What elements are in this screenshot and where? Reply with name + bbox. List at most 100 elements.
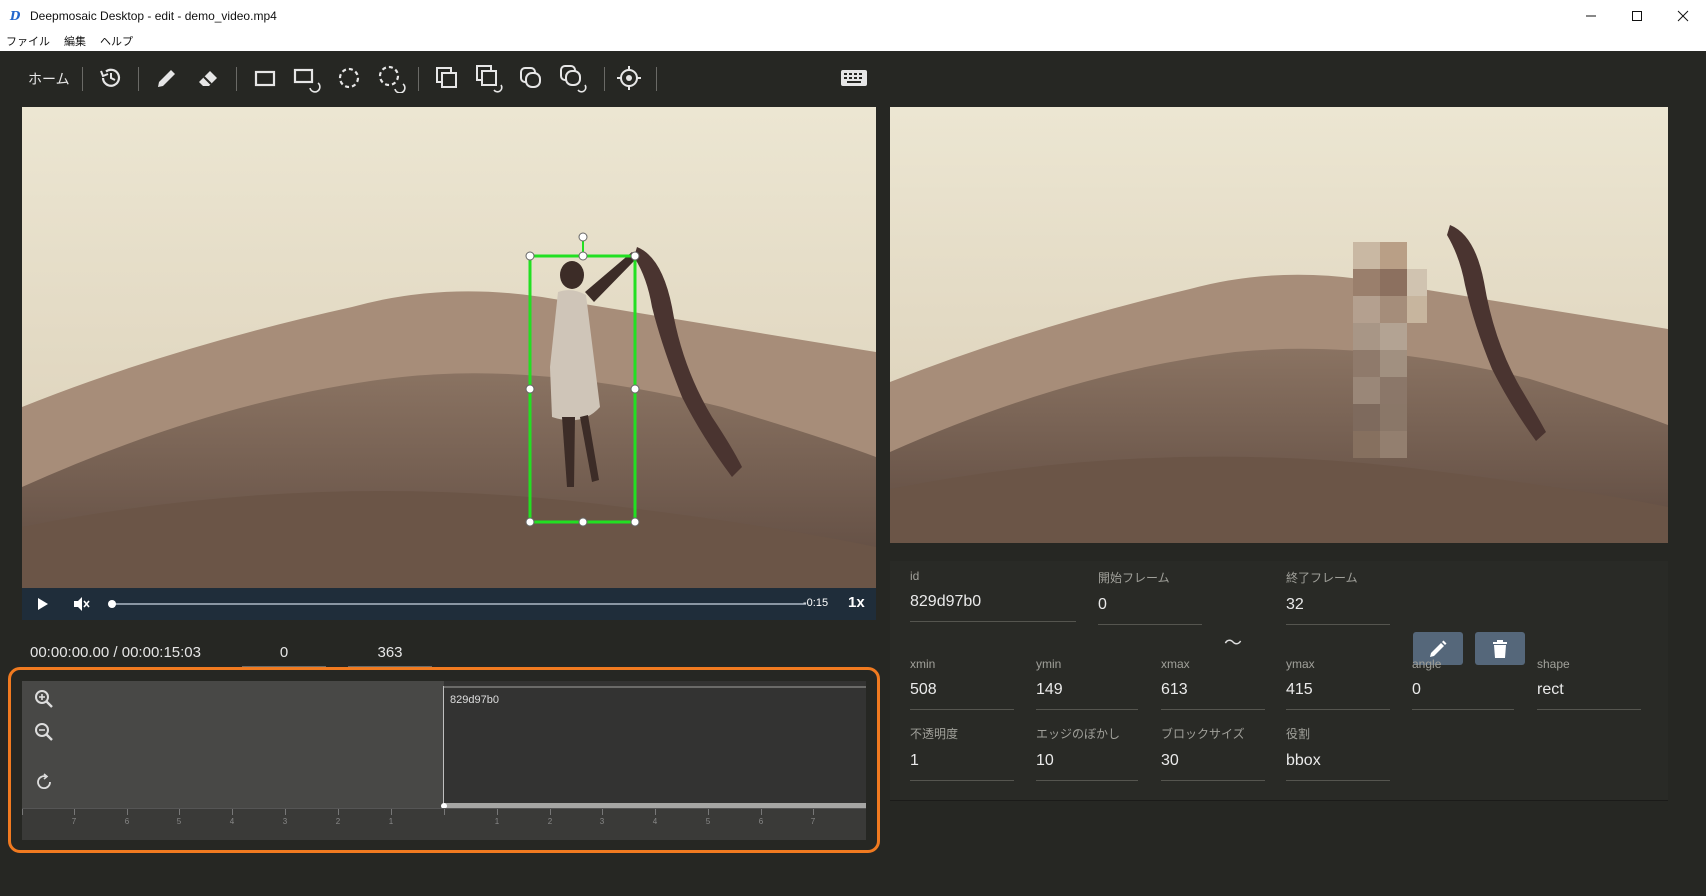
menu-edit[interactable]: 編集 [64,33,86,49]
ymax-field[interactable]: ymax 415 [1286,657,1390,710]
ruler-label: 3 [599,817,605,826]
angle-field[interactable]: angle 0 [1412,657,1514,710]
source-video[interactable] [22,107,876,588]
toolbar-separator [138,67,139,91]
bbox-overlay[interactable] [22,107,876,588]
timeline[interactable]: 829d97b0 7 6 5 4 3 2 1 1 2 3 4 5 6 7 [22,681,866,840]
playback-speed-button[interactable]: 1x [848,594,865,611]
ruler-tick [602,809,603,815]
shape-field[interactable]: shape rect [1537,657,1641,710]
ruler-label: 6 [758,817,764,826]
zoom-out-button[interactable] [34,722,54,742]
ellipse-icon[interactable] [334,63,364,93]
menu-file[interactable]: ファイル [6,33,50,49]
window-title: Deepmosaic Desktop - edit - demo_video.m… [30,8,277,23]
zoom-in-button[interactable] [34,689,54,709]
keyboard-icon[interactable] [839,63,869,93]
xmax-value[interactable]: 613 [1161,681,1265,710]
ruler-label: 4 [229,817,235,826]
copy-ellipse-rotate-icon[interactable] [558,63,588,93]
angle-value[interactable]: 0 [1412,681,1514,710]
ymax-label: ymax [1286,657,1315,671]
copy-ellipse-icon[interactable] [516,63,546,93]
mute-button[interactable] [72,595,90,613]
menu-bar: ファイル 編集 ヘルプ [0,31,1706,51]
ymin-field[interactable]: ymin 149 [1036,657,1138,710]
timeline-track-region[interactable] [444,681,866,808]
seek-handle[interactable] [108,600,116,608]
opacity-value[interactable]: 1 [910,752,1014,781]
rect-rotate-icon[interactable] [292,63,322,93]
ruler-tick [22,809,23,815]
end-frame-value[interactable]: 32 [1286,596,1390,625]
edge-blur-field[interactable]: エッジのぼかし 10 [1036,725,1138,781]
start-frame-input[interactable]: 0 [242,639,326,667]
ruler-tick [708,809,709,815]
minimize-button[interactable] [1568,0,1614,31]
ruler-label: 6 [124,817,130,826]
edge-blur-label: エッジのぼかし [1036,727,1121,741]
trash-icon [1493,639,1507,658]
start-frame-label: 開始フレーム [1098,571,1170,585]
toolbar: ホーム [0,51,1706,104]
end-frame-field[interactable]: 終了フレーム 32 [1286,569,1390,625]
block-size-field[interactable]: ブロックサイズ 30 [1161,725,1265,781]
mosaic-preview-image [890,107,1668,543]
rect-icon[interactable] [250,63,280,93]
id-value[interactable]: 829d97b0 [910,593,1076,622]
copy-rect-icon[interactable] [432,63,462,93]
role-field[interactable]: 役割 bbox [1286,725,1390,781]
shape-value[interactable]: rect [1537,681,1641,710]
play-icon [38,598,48,610]
id-label: id [910,569,920,583]
app-logo-icon: D [10,8,21,23]
xmin-field[interactable]: xmin 508 [910,657,1014,710]
toolbar-separator [236,67,237,91]
close-icon [1677,10,1689,21]
play-button[interactable] [34,596,50,612]
xmin-label: xmin [910,657,936,671]
ymax-value[interactable]: 415 [1286,681,1390,710]
pen-icon[interactable] [152,63,182,93]
start-frame-value[interactable]: 0 [1098,596,1202,625]
copy-rect-rotate-icon[interactable] [474,63,504,93]
maximize-button[interactable] [1614,0,1660,31]
ruler-label: 4 [652,817,658,826]
xmax-label: xmax [1161,657,1190,671]
history-icon[interactable] [96,63,126,93]
clip-label: 829d97b0 [450,694,499,706]
ruler-tick [550,809,551,815]
id-field[interactable]: id 829d97b0 [910,569,1076,622]
end-frame-input[interactable]: 363 [348,639,432,667]
window-controls [1568,0,1706,31]
block-size-value[interactable]: 30 [1161,752,1265,781]
home-button[interactable]: ホーム [28,69,70,89]
start-frame-field[interactable]: 開始フレーム 0 [1098,569,1202,625]
target-icon[interactable] [614,63,644,93]
pencil-icon [1430,640,1447,657]
role-value[interactable]: bbox [1286,752,1390,781]
ellipse-rotate-icon[interactable] [376,63,406,93]
playhead-line[interactable] [443,686,444,808]
close-button[interactable] [1660,0,1706,31]
ruler-label: 5 [705,817,711,826]
reset-zoom-button[interactable] [34,772,54,792]
player-controls: -0:15 1x [22,588,876,620]
eraser-icon[interactable] [194,63,224,93]
refresh-icon [37,773,51,790]
range-tilde: 〜 [1224,633,1242,653]
xmax-field[interactable]: xmax 613 [1161,657,1265,710]
ruler-tick [813,809,814,815]
shape-label: shape [1537,657,1570,671]
ymin-value[interactable]: 149 [1036,681,1138,710]
xmin-value[interactable]: 508 [910,681,1014,710]
opacity-field[interactable]: 不透明度 1 [910,725,1014,781]
preview-video [890,107,1668,543]
menu-help[interactable]: ヘルプ [100,33,133,49]
zoom-out-icon [35,723,53,741]
timeline-track-top [444,686,866,688]
toolbar-separator [656,67,657,91]
seek-bar[interactable] [112,603,806,605]
edge-blur-value[interactable]: 10 [1036,752,1138,781]
minimize-icon [1586,15,1596,16]
